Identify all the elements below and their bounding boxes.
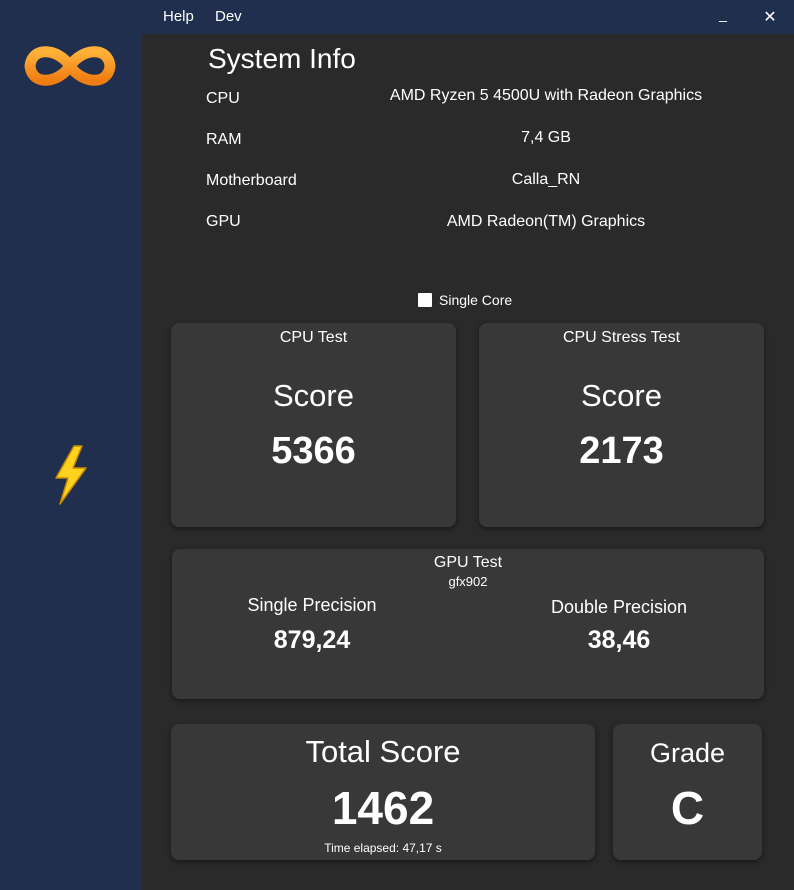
total-score-value: 1462 bbox=[331, 782, 435, 834]
gpu-device-name: gfx902 bbox=[448, 574, 488, 589]
menu-help[interactable]: Help bbox=[163, 8, 194, 25]
cpu-test-title: CPU Test bbox=[279, 329, 348, 346]
info-label-cpu: CPU bbox=[206, 90, 240, 107]
grade-label: Grade bbox=[649, 738, 726, 768]
cpu-test-score-label: Score bbox=[273, 378, 354, 413]
info-value-gpu: AMD Radeon(TM) Graphics bbox=[446, 213, 646, 230]
info-value-ram: 7,4 GB bbox=[521, 129, 571, 146]
cpu-stress-test-title: CPU Stress Test bbox=[562, 329, 681, 346]
minimize-button[interactable]: _ bbox=[708, 4, 738, 30]
title-bar: Help Dev _ ✕ bbox=[0, 0, 794, 34]
cpu-stress-test-score-label: Score bbox=[581, 378, 662, 413]
info-label-ram: RAM bbox=[206, 131, 242, 148]
cpu-stress-test-score: 2173 bbox=[579, 430, 664, 472]
lightning-bolt-icon[interactable] bbox=[50, 444, 90, 506]
total-score-card: Total Score 1462 Time elapsed: 47,17 s bbox=[171, 724, 595, 860]
minimize-icon: _ bbox=[719, 6, 727, 22]
single-precision-value: 879,24 bbox=[273, 626, 351, 654]
total-score-label: Total Score bbox=[305, 734, 461, 769]
single-core-label: Single Core bbox=[439, 292, 513, 308]
sidebar bbox=[0, 34, 142, 890]
grade-card: Grade C bbox=[613, 724, 762, 860]
double-precision-value: 38,46 bbox=[587, 626, 651, 654]
menu-dev[interactable]: Dev bbox=[215, 8, 242, 25]
single-precision-label: Single Precision bbox=[247, 595, 377, 615]
info-value-cpu: AMD Ryzen 5 4500U with Radeon Graphics bbox=[389, 87, 703, 104]
info-label-motherboard: Motherboard bbox=[206, 172, 297, 189]
info-value-motherboard: Calla_RN bbox=[511, 171, 581, 188]
close-button[interactable]: ✕ bbox=[755, 4, 785, 30]
main-panel: System Info CPU AMD Ryzen 5 4500U with R… bbox=[142, 34, 794, 890]
time-elapsed: Time elapsed: 47,17 s bbox=[324, 841, 442, 855]
double-precision-label: Double Precision bbox=[550, 597, 688, 617]
gpu-test-card: GPU Test gfx902 Single Precision 879,24 … bbox=[172, 549, 764, 699]
single-core-checkbox[interactable] bbox=[418, 293, 432, 307]
cpu-test-card: CPU Test Score 5366 bbox=[171, 323, 456, 527]
close-icon: ✕ bbox=[763, 9, 777, 26]
cpu-test-score: 5366 bbox=[271, 430, 356, 472]
cpu-stress-test-card: CPU Stress Test Score 2173 bbox=[479, 323, 764, 527]
grade-value: C bbox=[670, 782, 705, 834]
info-label-gpu: GPU bbox=[206, 213, 241, 230]
gpu-test-title: GPU Test bbox=[433, 554, 503, 571]
system-info-title: System Info bbox=[208, 43, 356, 74]
infinity-logo-icon[interactable] bbox=[18, 40, 122, 92]
single-core-toggle[interactable]: Single Core bbox=[418, 292, 512, 308]
